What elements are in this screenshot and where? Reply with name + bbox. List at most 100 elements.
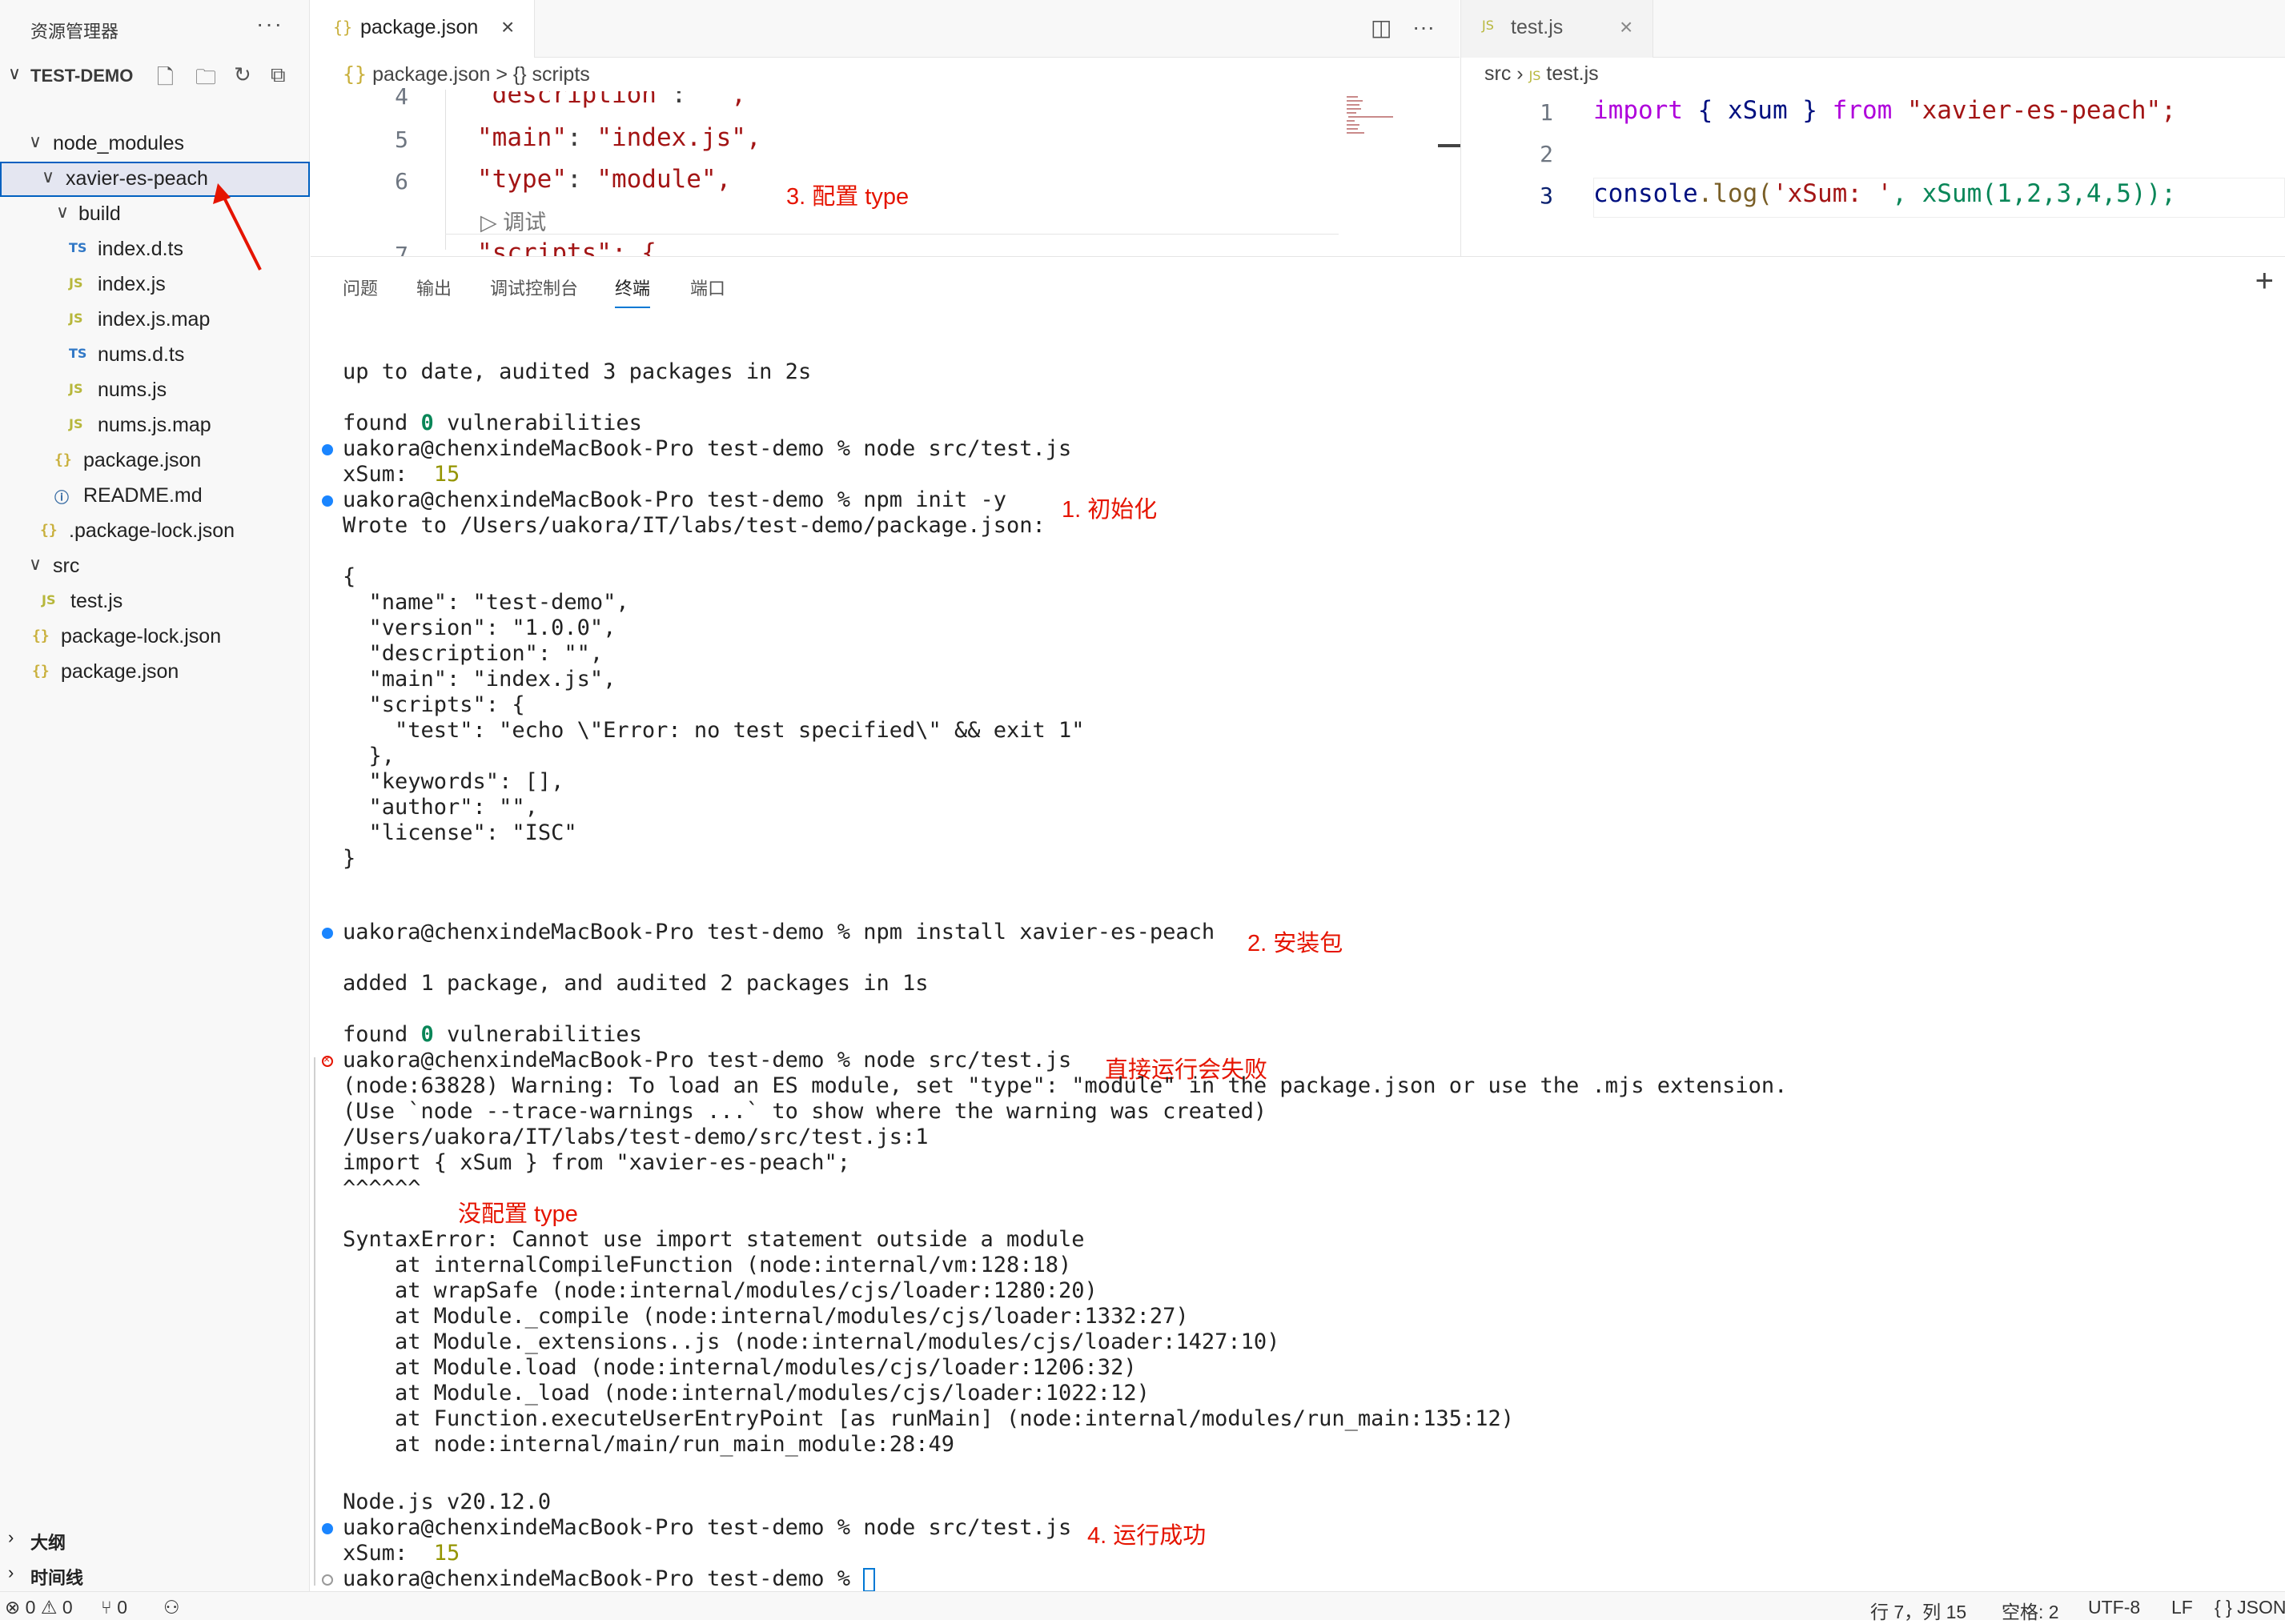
scrollbar-thumb[interactable]	[1438, 144, 1460, 147]
ports-indicator[interactable]: ⑂ 0	[101, 1597, 127, 1618]
project-header[interactable]: ∨ TEST-DEMO 🗋 🗀 ↻ ⧉	[0, 61, 310, 90]
more-actions-icon[interactable]: ···	[1412, 14, 1435, 40]
partial-line-7: 7 "scripts": {	[311, 235, 1339, 256]
editor-tabs-left: {} package.json × ◫ ···	[311, 0, 1460, 58]
terminal-prompt[interactable]: uakora@chenxindeMacBook-Pro test-demo %	[343, 1566, 876, 1592]
chevron-right-icon: ›	[8, 1527, 14, 1547]
panel-tab[interactable]: 调试控制台	[490, 275, 578, 300]
problems-indicator[interactable]: ⊗ 0 ⚠ 0	[5, 1597, 73, 1618]
tree-item[interactable]: TS nums.d.ts	[0, 338, 310, 373]
js-file-icon: JS	[1528, 68, 1541, 83]
tree-item[interactable]: {} .package-lock.json	[0, 514, 310, 549]
tree-item[interactable]: ∨ node_modules	[0, 126, 310, 162]
status-bar: ⊗ 0 ⚠ 0 ⑂ 0 ⚇ 行 7，列 15 空格: 2 UTF-8 LF { …	[0, 1591, 2285, 1622]
terminal-line: "description": "",	[343, 641, 604, 666]
chevron-down-icon: ∨	[42, 166, 55, 186]
command-pending-marker	[322, 1574, 333, 1586]
terminal-line: uakora@chenxindeMacBook-Pro test-demo % …	[343, 1048, 1072, 1073]
split-editor-icon[interactable]: ◫	[1371, 14, 1391, 41]
debug-codelens[interactable]: ▷ 调试	[480, 205, 546, 236]
terminal-line: "scripts": {	[343, 692, 525, 717]
tree-item-label: README.md	[83, 484, 203, 507]
encoding[interactable]: UTF-8	[2088, 1597, 2140, 1618]
js-file-icon: JS	[1482, 18, 1494, 33]
tree-item[interactable]: {} package.json	[0, 655, 310, 690]
new-folder-icon[interactable]: 🗀	[195, 62, 216, 98]
end-of-line[interactable]: LF	[2171, 1597, 2193, 1618]
tree-item[interactable]: JS index.js.map	[0, 303, 310, 338]
terminal-line: uakora@chenxindeMacBook-Pro test-demo % …	[343, 920, 1215, 944]
terminal-line: ^^^^^^	[343, 1176, 421, 1201]
line-number: 5	[395, 126, 408, 153]
json-file-icon: {}	[54, 451, 72, 468]
tab-test-js[interactable]: JS test.js ×	[1461, 0, 1653, 58]
tree-item-label: .package-lock.json	[69, 519, 235, 542]
terminal-line: at Module._compile (node:internal/module…	[343, 1304, 1189, 1329]
tree-item-label: xavier-es-peach	[66, 167, 208, 190]
json-file-icon: {}	[32, 663, 50, 680]
line-number: 7	[395, 242, 408, 256]
chevron-down-icon: ∨	[29, 554, 42, 574]
code-line: "scripts": {	[477, 239, 657, 256]
tree-item[interactable]: JS nums.js	[0, 373, 310, 408]
command-success-marker[interactable]	[322, 928, 333, 939]
tree-item[interactable]: {} package.json	[0, 443, 310, 479]
terminal-line: }	[343, 846, 356, 871]
tree-item[interactable]: JS nums.js.map	[0, 408, 310, 443]
terminal-line: added 1 package, and audited 2 packages …	[343, 971, 929, 996]
new-terminal-icon[interactable]: +	[2255, 263, 2274, 299]
terminal-line: xSum: 15	[343, 462, 460, 487]
terminal-line: at Module._extensions..js (node:internal…	[343, 1329, 1280, 1354]
terminal-line: Node.js v20.12.0	[343, 1490, 552, 1514]
live-share-icon[interactable]: ⚇	[163, 1597, 180, 1618]
tree-item[interactable]: ⓘ README.md	[0, 479, 310, 514]
panel-tab[interactable]: 终端	[615, 275, 651, 308]
terminal-line: "author": "",	[343, 795, 538, 820]
close-icon[interactable]: ×	[1620, 14, 1632, 40]
outline-section[interactable]: › 大纲	[0, 1521, 310, 1556]
typescript-file-icon: TS	[69, 240, 87, 255]
breadcrumb-file[interactable]: package.json	[372, 63, 490, 86]
terminal-line: "keywords": [],	[343, 769, 564, 794]
tree-item-label: package-lock.json	[61, 625, 222, 648]
tree-item[interactable]: ∨ src	[0, 549, 310, 584]
breadcrumb-scripts[interactable]: {} scripts	[513, 63, 590, 86]
refresh-icon[interactable]: ↻	[234, 62, 251, 87]
panel-tab[interactable]: 端口	[690, 275, 725, 300]
tab-package-json[interactable]: {} package.json ×	[311, 0, 535, 58]
timeline-section[interactable]: › 时间线	[0, 1556, 310, 1591]
breadcrumb-separator: >	[496, 63, 508, 86]
new-file-icon[interactable]: 🗋	[157, 62, 174, 98]
annotation-success: 4. 运行成功	[1087, 1523, 1207, 1549]
info-icon: ⓘ	[54, 490, 69, 506]
terminal-line: (Use `node --trace-warnings ...` to show…	[343, 1099, 1267, 1124]
panel-tab[interactable]: 输出	[416, 275, 452, 300]
terminal-line: at node:internal/main/run_main_module:28…	[343, 1432, 955, 1457]
tree-item-label: node_modules	[53, 132, 185, 154]
tree-item[interactable]: {} package-lock.json	[0, 620, 310, 655]
minimap[interactable]	[1345, 94, 1393, 142]
terminal-line: "main": "index.js",	[343, 667, 616, 692]
close-icon[interactable]: ×	[501, 14, 514, 40]
tree-item[interactable]: JS test.js	[0, 584, 310, 620]
tab-label: test.js	[1511, 16, 1564, 38]
code-line: console.log('xSum: ', xSum(1,2,3,4,5));	[1593, 179, 2176, 208]
line-number: 1	[1540, 99, 1553, 126]
explorer-more-icon[interactable]: ···	[256, 11, 283, 37]
terminal-line: at Function.executeUserEntryPoint [as ru…	[343, 1406, 1514, 1431]
command-success-marker[interactable]	[322, 1523, 333, 1534]
breadcrumb-src[interactable]: src	[1484, 62, 1511, 85]
code-line: import { xSum } from "xavier-es-peach";	[1593, 96, 2176, 125]
collapse-all-icon[interactable]: ⧉	[271, 62, 286, 88]
tree-item-label: nums.d.ts	[98, 343, 185, 366]
javascript-file-icon: JS	[69, 416, 83, 431]
panel-tab[interactable]: 问题	[343, 275, 378, 300]
tree-item-label: test.js	[70, 590, 123, 612]
command-error-marker[interactable]	[322, 1053, 333, 1067]
terminal-line: (node:63828) Warning: To load an ES modu…	[343, 1073, 1788, 1098]
line-number: 4	[395, 83, 408, 110]
language-mode[interactable]: { } JSON	[2215, 1597, 2285, 1618]
breadcrumb-file[interactable]: test.js	[1546, 62, 1598, 85]
command-success-marker[interactable]	[322, 444, 333, 455]
command-success-marker[interactable]	[322, 495, 333, 507]
